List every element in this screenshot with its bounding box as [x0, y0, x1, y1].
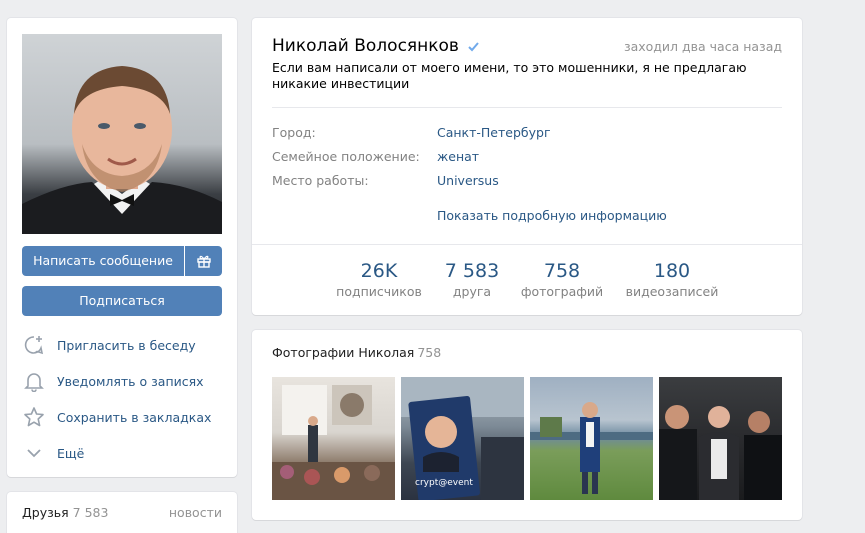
- info-value-link[interactable]: женат: [437, 149, 479, 169]
- profile-side-card: Написать сообщение Подписаться Пригласит…: [7, 18, 237, 477]
- friends-title-link[interactable]: Друзья 7 583: [22, 505, 108, 520]
- stat-caption: фотографий: [520, 284, 604, 299]
- photo-man-on-lawn: [530, 402, 653, 494]
- friends-count: 7 583: [72, 505, 109, 520]
- write-message-button[interactable]: Написать сообщение: [22, 246, 184, 276]
- chat-add-icon: [22, 333, 46, 357]
- photo-thumbnail[interactable]: [272, 377, 395, 500]
- bell-icon: [22, 369, 46, 393]
- profile-status-text[interactable]: Если вам написали от моего имени, то это…: [272, 60, 782, 92]
- save-bookmark-action[interactable]: Сохранить в закладках: [22, 405, 222, 429]
- profile-name-text: Николай Волосянков: [272, 36, 459, 56]
- stat-caption: видеозаписей: [625, 284, 719, 299]
- stat-number: 180: [653, 260, 691, 282]
- invite-to-chat-action[interactable]: Пригласить в беседу: [22, 333, 222, 357]
- photo-conference-hall: [272, 385, 395, 500]
- more-action[interactable]: Ещё: [22, 441, 222, 465]
- info-key: Семейное положение:: [272, 149, 420, 164]
- stat-friends[interactable]: 7 583 друга: [437, 260, 507, 299]
- show-more-info-link[interactable]: Показать подробную информацию: [437, 208, 667, 223]
- photo-crypto-event-badge: crypt@event: [401, 377, 524, 500]
- verified-icon[interactable]: [467, 40, 480, 53]
- gift-button[interactable]: [185, 246, 222, 276]
- photo-thumbnail[interactable]: crypt@event: [401, 377, 524, 500]
- photo-badge-text: crypt@event: [415, 478, 473, 488]
- avatar-portrait: [22, 66, 222, 234]
- photo-thumbnail[interactable]: [530, 377, 653, 500]
- photos-count: 758: [417, 345, 442, 360]
- divider: [252, 244, 802, 245]
- notify-posts-action[interactable]: Уведомлять о записях: [22, 369, 222, 393]
- action-label: Уведомлять о записях: [57, 373, 204, 389]
- stat-subscribers[interactable]: 26K подписчиков: [334, 260, 424, 299]
- subscribe-button[interactable]: Подписаться: [22, 286, 222, 316]
- info-key: Место работы:: [272, 173, 369, 188]
- info-value-link[interactable]: Санкт-Петербург: [437, 125, 551, 145]
- stat-caption: подписчиков: [336, 284, 422, 299]
- gift-icon: [196, 255, 211, 268]
- divider: [272, 107, 782, 108]
- stat-videos[interactable]: 180 видеозаписей: [622, 260, 722, 299]
- photos-title-link[interactable]: Фотографии Николая 758: [272, 345, 441, 360]
- info-row-family: Семейное положение: женат: [272, 149, 782, 169]
- photos-title: Фотографии Николая: [272, 345, 415, 360]
- friends-title: Друзья: [22, 505, 69, 520]
- action-label: Ещё: [57, 445, 85, 461]
- chevron-down-icon: [22, 441, 46, 465]
- action-label: Пригласить в беседу: [57, 337, 196, 353]
- friends-news-link[interactable]: новости: [169, 505, 222, 520]
- friends-card: Друзья 7 583 новости: [7, 492, 237, 533]
- stat-caption: друга: [452, 284, 492, 299]
- stat-number: 26K: [360, 260, 398, 282]
- info-key: Город:: [272, 125, 316, 140]
- stat-photos[interactable]: 758 фотографий: [520, 260, 604, 299]
- action-label: Сохранить в закладках: [57, 409, 212, 425]
- info-row-city: Город: Санкт-Петербург: [272, 125, 782, 145]
- photos-card: Фотографии Николая 758 crypt@event: [252, 330, 802, 520]
- profile-name: Николай Волосянков: [272, 36, 480, 56]
- star-icon: [22, 405, 46, 429]
- photo-thumbnail[interactable]: [659, 377, 782, 500]
- profile-info-card: Николай Волосянков заходил два часа наза…: [252, 18, 802, 315]
- stat-number: 7 583: [444, 260, 500, 282]
- photo-group-of-men: [659, 405, 782, 500]
- online-status: заходил два часа назад: [623, 39, 782, 54]
- info-row-work: Место работы: Universus: [272, 173, 782, 193]
- info-value-link[interactable]: Universus: [437, 173, 499, 193]
- stat-number: 758: [543, 260, 581, 282]
- profile-avatar[interactable]: [22, 34, 222, 234]
